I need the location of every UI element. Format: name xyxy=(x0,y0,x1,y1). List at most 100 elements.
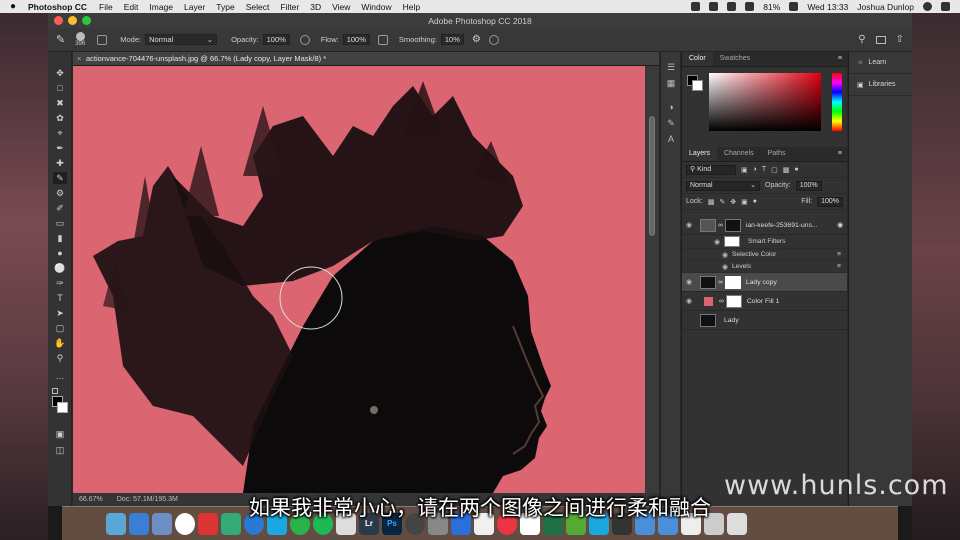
menu-filter[interactable]: Filter xyxy=(280,2,299,12)
menu-layer[interactable]: Layer xyxy=(184,2,205,12)
vertical-scrollbar[interactable] xyxy=(645,66,659,493)
color-picker-field[interactable] xyxy=(709,73,821,131)
layer-row[interactable]: ◉ Levels ≡ xyxy=(682,261,847,273)
layer-mask-thumbnail[interactable] xyxy=(725,294,742,308)
canvas[interactable] xyxy=(73,66,645,493)
panel-menu-icon[interactable]: ≡ xyxy=(838,147,842,161)
layer-mask-thumbnail[interactable] xyxy=(724,218,741,232)
brush-panel-toggle-icon[interactable] xyxy=(97,34,108,45)
eye-icon[interactable]: ◉ xyxy=(682,278,696,286)
pen-tool-icon[interactable]: ✑ xyxy=(53,277,67,289)
status-icon-1[interactable] xyxy=(691,2,701,11)
menu-edit[interactable]: Edit xyxy=(124,2,139,12)
hue-slider[interactable] xyxy=(832,73,842,131)
brush-tool-icon[interactable]: ✎ xyxy=(53,172,67,184)
filter-pixel-icon[interactable]: ▣ xyxy=(741,166,748,174)
zoom-tool-icon[interactable]: ⚲ xyxy=(53,352,67,364)
tab-color[interactable]: Color xyxy=(682,52,713,66)
search-icon[interactable]: ⚲ xyxy=(858,34,865,45)
gear-icon[interactable]: ⚙ xyxy=(472,34,481,45)
pressure-size-icon[interactable] xyxy=(488,34,499,45)
layer-mask-thumbnail[interactable] xyxy=(724,275,741,289)
character-panel-icon[interactable]: A xyxy=(666,134,676,144)
menu-window[interactable]: Window xyxy=(361,2,391,12)
hand-tool-icon[interactable]: ✋ xyxy=(53,337,67,349)
status-icon-2[interactable] xyxy=(709,2,719,11)
pressure-opacity-icon[interactable] xyxy=(299,34,310,45)
layer-fill-input[interactable]: 100% xyxy=(817,196,843,207)
blur-tool-icon[interactable]: ● xyxy=(53,247,67,259)
lasso-tool-icon[interactable]: ✖ xyxy=(53,97,67,109)
clone-stamp-tool-icon[interactable]: ⚙ xyxy=(53,187,67,199)
eraser-tool-icon[interactable]: ▭ xyxy=(53,217,67,229)
type-tool-icon[interactable]: T xyxy=(53,292,67,304)
status-icon-3[interactable] xyxy=(727,2,737,11)
menu-select[interactable]: Select xyxy=(246,2,270,12)
menu-file[interactable]: File xyxy=(99,2,113,12)
brush-settings-panel-icon[interactable]: ✎ xyxy=(666,118,676,128)
lock-all-icon[interactable]: ● xyxy=(753,198,757,205)
battery-icon[interactable] xyxy=(789,2,799,11)
marquee-tool-icon[interactable]: □ xyxy=(53,82,67,94)
brush-tool-icon[interactable]: ✎ xyxy=(56,33,65,46)
background-color-swatch[interactable] xyxy=(57,402,68,413)
eye-icon[interactable]: ◉ xyxy=(718,251,732,259)
learn-button[interactable]: ☼ Learn xyxy=(849,52,912,74)
user-name[interactable]: Joshua Dunlop xyxy=(857,2,914,12)
filter-smart-object-icon[interactable]: ▩ xyxy=(783,166,790,174)
layer-row[interactable]: ◉ ∞ Lady copy xyxy=(682,273,847,292)
history-brush-tool-icon[interactable]: ✐ xyxy=(53,202,67,214)
smoothing-input[interactable]: 10% xyxy=(440,34,464,45)
airbrush-icon[interactable] xyxy=(377,34,388,45)
document-tab[interactable]: × actionvance-704476-unsplash.jpg @ 66.7… xyxy=(73,52,659,66)
menu-3d[interactable]: 3D xyxy=(310,2,321,12)
filter-kind-select[interactable]: ⚲ Kind xyxy=(686,164,736,175)
layer-row[interactable]: ◉ Smart Filters xyxy=(682,235,847,249)
menu-image[interactable]: Image xyxy=(149,2,173,12)
workspace-icon[interactable] xyxy=(875,35,886,44)
shape-tool-icon[interactable]: ▢ xyxy=(53,322,67,334)
eye-icon[interactable]: ◉ xyxy=(718,263,732,271)
opacity-input[interactable]: 100% xyxy=(262,34,290,45)
menu-help[interactable]: Help xyxy=(403,2,420,12)
lock-position-icon[interactable]: ✥ xyxy=(730,198,736,206)
tab-layers[interactable]: Layers xyxy=(682,147,718,161)
scrollbar-thumb[interactable] xyxy=(649,116,655,236)
filter-toggle-icon[interactable]: ● xyxy=(794,166,798,173)
path-select-tool-icon[interactable]: ➤ xyxy=(53,307,67,319)
minimize-window-button[interactable] xyxy=(68,16,77,25)
filter-mask-thumbnail[interactable] xyxy=(724,236,740,247)
eyedropper-tool-icon[interactable]: ✒ xyxy=(53,142,67,154)
crop-tool-icon[interactable]: ⌖ xyxy=(53,127,67,139)
filter-type-icon[interactable]: T xyxy=(762,166,766,173)
adjustments-panel-icon[interactable]: ◑ xyxy=(666,102,676,112)
eye-icon[interactable]: ◉ xyxy=(682,297,696,305)
filter-options-icon[interactable]: ≡ xyxy=(837,251,841,258)
close-icon[interactable]: × xyxy=(77,54,81,63)
eye-icon[interactable]: ◉ xyxy=(710,238,724,246)
filter-adjustment-icon[interactable]: ◑ xyxy=(753,166,757,173)
tab-channels[interactable]: Channels xyxy=(717,147,761,161)
blend-mode-select[interactable]: Normal ⌄ xyxy=(686,180,760,191)
menu-list-icon[interactable] xyxy=(941,2,950,11)
clock[interactable]: Wed 13:33 xyxy=(807,2,848,12)
layer-row[interactable]: Lady xyxy=(682,311,847,330)
libraries-button[interactable]: ▣ Libraries xyxy=(849,74,912,96)
eye-icon[interactable]: ◉ xyxy=(682,221,696,229)
properties-panel-icon[interactable]: ▦ xyxy=(666,78,676,88)
history-panel-icon[interactable]: ☰ xyxy=(666,62,676,72)
wifi-icon[interactable] xyxy=(745,2,755,11)
apple-menu-icon[interactable]: ● xyxy=(10,1,20,12)
tab-paths[interactable]: Paths xyxy=(761,147,793,161)
canvas-area[interactable] xyxy=(73,66,659,493)
filter-shape-icon[interactable]: ▢ xyxy=(771,166,778,174)
filter-options-icon[interactable]: ≡ xyxy=(837,263,841,270)
zoom-window-button[interactable] xyxy=(82,16,91,25)
screen-mode-icon[interactable]: ◫ xyxy=(53,444,67,456)
more-tools-icon[interactable]: … xyxy=(53,370,67,382)
quick-mask-icon[interactable]: ▣ xyxy=(53,428,67,440)
share-icon[interactable]: ⇧ xyxy=(896,34,904,45)
close-window-button[interactable] xyxy=(54,16,63,25)
search-icon[interactable] xyxy=(923,2,932,11)
layer-opacity-input[interactable]: 100% xyxy=(795,180,822,191)
